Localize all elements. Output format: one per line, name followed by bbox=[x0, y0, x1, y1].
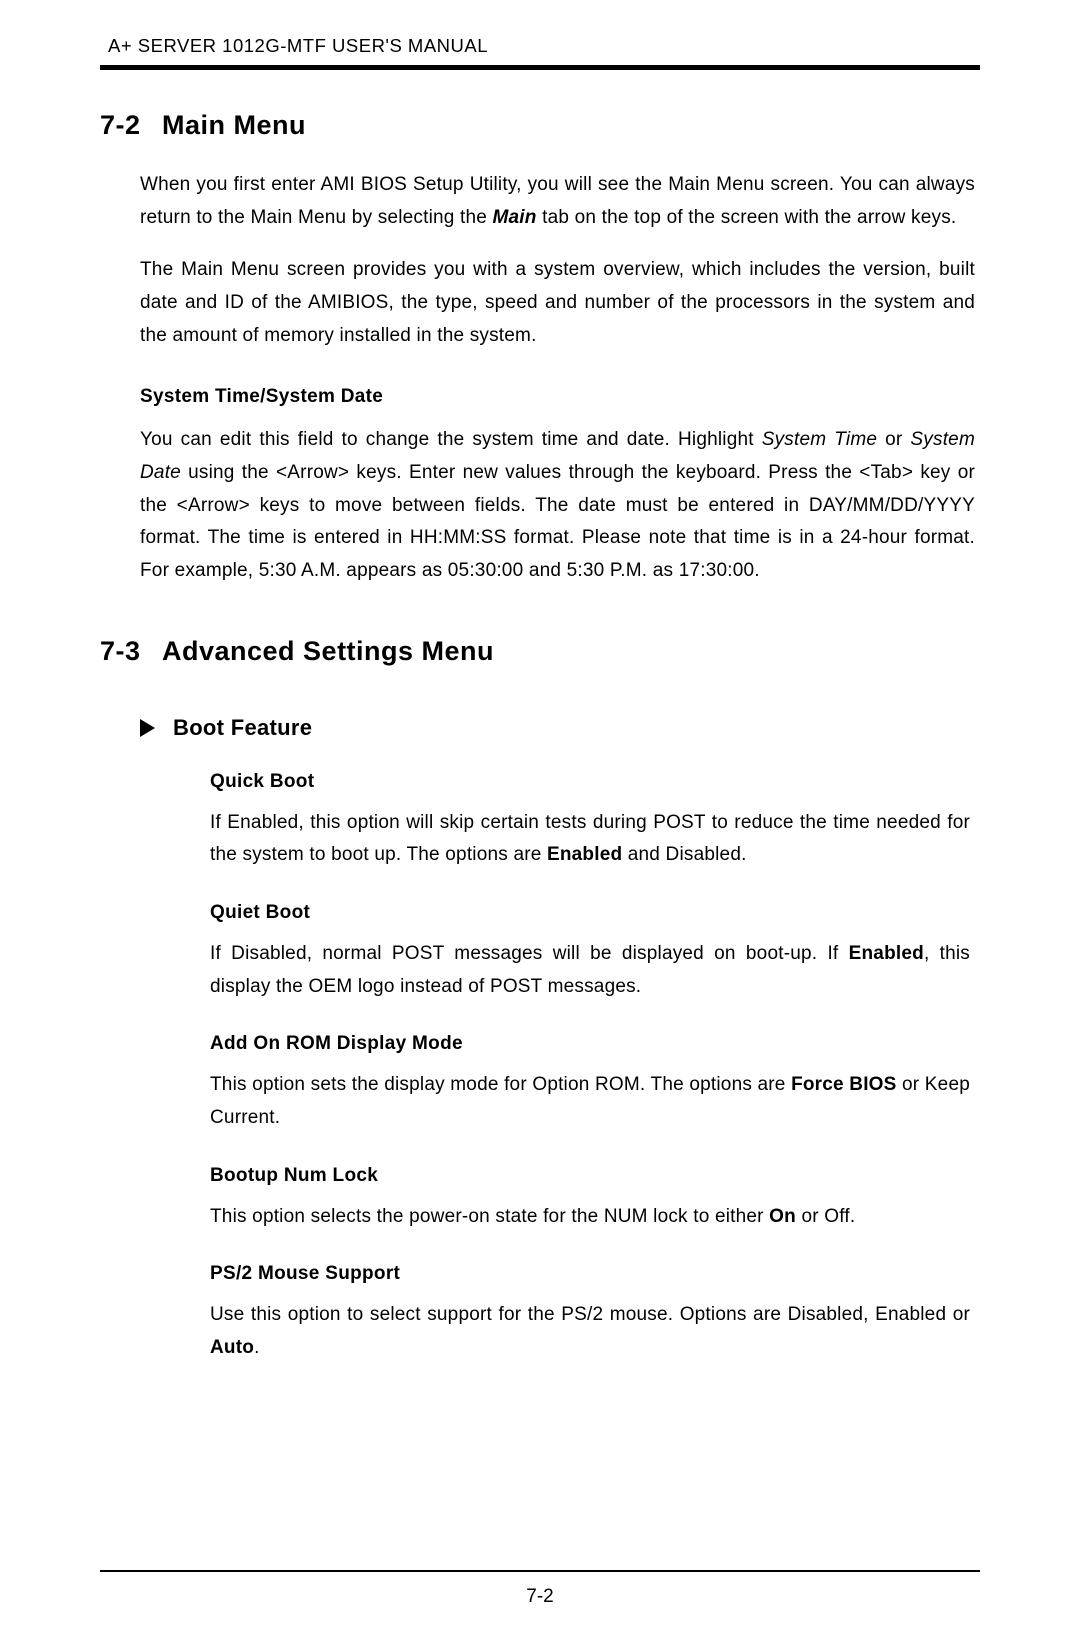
page-footer: 7-2 bbox=[100, 1570, 980, 1608]
text-span: using the <Arrow> keys. Enter new values… bbox=[140, 462, 975, 581]
submenu-label: Boot Feature bbox=[173, 715, 312, 741]
page-number: 7-2 bbox=[100, 1586, 980, 1608]
boot-feature-items: Quick Boot If Enabled, this option will … bbox=[210, 771, 970, 1365]
section-7-2-body: When you first enter AMI BIOS Setup Util… bbox=[140, 169, 975, 588]
subheading-addon-rom: Add On ROM Display Mode bbox=[210, 1033, 970, 1055]
paragraph: When you first enter AMI BIOS Setup Util… bbox=[140, 169, 975, 234]
section-number: 7-3 bbox=[100, 636, 162, 667]
bold-option: Force BIOS bbox=[791, 1074, 896, 1095]
text-span: This option sets the display mode for Op… bbox=[210, 1074, 791, 1095]
paragraph: If Disabled, normal POST messages will b… bbox=[210, 938, 970, 1003]
text-span: If Disabled, normal POST messages will b… bbox=[210, 943, 849, 964]
bold-option: Enabled bbox=[849, 943, 924, 964]
paragraph: Use this option to select support for th… bbox=[210, 1299, 970, 1364]
subheading-ps2: PS/2 Mouse Support bbox=[210, 1263, 970, 1285]
paragraph: This option selects the power-on state f… bbox=[210, 1201, 970, 1234]
text-span: tab on the top of the screen with the ar… bbox=[537, 207, 957, 228]
paragraph: If Enabled, this option will skip certai… bbox=[210, 807, 970, 872]
text-span: Use this option to select support for th… bbox=[210, 1304, 970, 1325]
subheading-system-time: System Time/System Date bbox=[140, 386, 975, 408]
manual-page: A+ SERVER 1012G-MTF USER'S MANUAL 7-2Mai… bbox=[0, 0, 1080, 1650]
section-number: 7-2 bbox=[100, 110, 162, 141]
running-header: A+ SERVER 1012G-MTF USER'S MANUAL bbox=[108, 35, 980, 57]
section-title: Main Menu bbox=[162, 110, 306, 140]
section-7-3-body: Boot Feature Quick Boot If Enabled, this… bbox=[140, 715, 975, 1365]
text-span: You can edit this field to change the sy… bbox=[140, 429, 762, 450]
section-7-2-heading: 7-2Main Menu bbox=[100, 110, 980, 141]
text-span: or Off. bbox=[796, 1206, 855, 1227]
section-title: Advanced Settings Menu bbox=[162, 636, 494, 666]
triangle-right-icon bbox=[140, 719, 155, 737]
paragraph: You can edit this field to change the sy… bbox=[140, 424, 975, 587]
bold-option: On bbox=[769, 1206, 796, 1227]
header-rule bbox=[100, 65, 980, 70]
text-span: . bbox=[254, 1337, 259, 1358]
italic-system-time: System Time bbox=[762, 429, 877, 450]
bold-option: Auto bbox=[210, 1337, 254, 1358]
emphasis-main: Main bbox=[493, 207, 537, 228]
section-7-3-heading: 7-3Advanced Settings Menu bbox=[100, 636, 980, 667]
paragraph: The Main Menu screen provides you with a… bbox=[140, 254, 975, 352]
text-span: This option selects the power-on state f… bbox=[210, 1206, 769, 1227]
paragraph: This option sets the display mode for Op… bbox=[210, 1069, 970, 1134]
footer-rule bbox=[100, 1570, 980, 1572]
bold-option: Enabled bbox=[547, 844, 622, 865]
subheading-quiet-boot: Quiet Boot bbox=[210, 902, 970, 924]
submenu-boot-feature: Boot Feature bbox=[140, 715, 975, 741]
subheading-quick-boot: Quick Boot bbox=[210, 771, 970, 793]
text-span: or bbox=[877, 429, 910, 450]
text-span: and Disabled. bbox=[622, 844, 746, 865]
subheading-numlock: Bootup Num Lock bbox=[210, 1165, 970, 1187]
